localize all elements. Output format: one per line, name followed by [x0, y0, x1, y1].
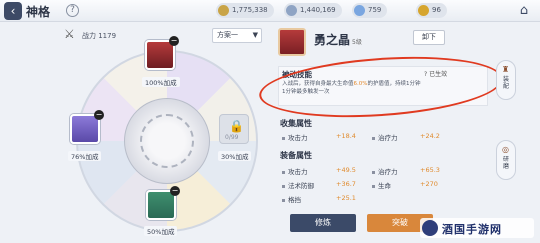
- equip-stat-heal: 治疗力: [372, 166, 398, 176]
- remove-icon[interactable]: −: [170, 186, 180, 196]
- lock-icon: 🔒: [229, 119, 244, 133]
- equip-stat-block-name: 格挡: [288, 196, 301, 204]
- grind-icon: ◎: [502, 145, 509, 154]
- equip-stat-hp: 生命: [372, 180, 391, 190]
- equip-stat-heal-value: +65.3: [420, 166, 440, 174]
- remove-icon[interactable]: −: [169, 36, 179, 46]
- wheel-core: [140, 114, 194, 168]
- page-title: 神格: [26, 5, 51, 19]
- resource-gold-value: 1,775,338: [232, 6, 268, 14]
- gem-slot-bottom[interactable]: −: [146, 186, 180, 220]
- resource-crystal: 759: [352, 3, 388, 18]
- side-tab-equip-label: 装配: [503, 76, 510, 90]
- collect-stat-attack: 攻击力: [282, 132, 308, 142]
- silver-icon: [286, 5, 297, 16]
- resource-gold: 1,775,338: [216, 3, 274, 18]
- resource-crystal-value: 759: [368, 6, 382, 14]
- equip-stat-attack-value: +49.5: [336, 166, 356, 174]
- equip-stat-block: 格挡: [282, 194, 301, 204]
- equip-stat-magic-defense: 法术防御: [282, 180, 314, 190]
- equip-stat-attack: 攻击力: [282, 166, 308, 176]
- side-tab-equip[interactable]: ♜ 装配: [496, 60, 516, 100]
- equip-stat-magic-defense-value: +36.7: [336, 180, 356, 188]
- gem-slot-right-label: 30%加成: [218, 151, 252, 161]
- side-tab-refine[interactable]: ◎ 研磨: [496, 140, 516, 180]
- gem-level: 5级: [352, 39, 362, 46]
- watermark-logo: [422, 220, 438, 236]
- remove-icon[interactable]: −: [94, 110, 104, 120]
- gem-slot-left-label: 76%加成: [68, 151, 102, 161]
- home-icon[interactable]: ⌂: [516, 3, 532, 19]
- collect-attributes-title: 收集属性: [280, 119, 312, 128]
- coin-icon: [218, 5, 229, 16]
- gem-icon: [418, 5, 429, 16]
- collect-stat-attack-name: 攻击力: [288, 134, 308, 142]
- gem-slot-top-label: 100%加成: [142, 77, 180, 87]
- watermark-text: 酒国手游网: [442, 223, 502, 236]
- unload-button[interactable]: 卸下: [413, 30, 445, 45]
- gem-name: 勇之晶: [314, 33, 351, 47]
- help-icon[interactable]: ?: [66, 4, 79, 17]
- gem-slot-bottom-label: 50%加成: [144, 226, 178, 236]
- gem-slot-left[interactable]: −: [70, 110, 104, 144]
- chevron-down-icon: ▼: [252, 31, 258, 39]
- equip-stat-attack-name: 攻击力: [288, 168, 308, 176]
- collect-stat-attack-value: +18.4: [336, 132, 356, 140]
- collect-stat-heal: 治疗力: [372, 132, 398, 142]
- gem-slot-top[interactable]: −: [145, 36, 179, 70]
- equip-stat-hp-value: +270: [420, 180, 438, 188]
- crystal-icon: [354, 5, 365, 16]
- gem-slot-right[interactable]: 🔒 0/99: [219, 114, 249, 144]
- resource-gem: 96: [416, 3, 447, 18]
- collect-stat-heal-value: +24.2: [420, 132, 440, 140]
- locked-slot-count: 0/99: [225, 134, 239, 141]
- collect-stat-heal-name: 治疗力: [378, 134, 398, 142]
- side-tab-refine-label: 研磨: [503, 156, 510, 170]
- resource-gem-value: 96: [432, 6, 441, 14]
- plan-select[interactable]: 方案一 ▼: [212, 28, 262, 43]
- equip-attributes-title: 装备属性: [280, 151, 312, 160]
- annotation-circle: [257, 49, 505, 125]
- refine-button[interactable]: 修炼: [290, 214, 356, 232]
- power-label: 战力 1179: [82, 32, 117, 40]
- equip-stat-heal-name: 治疗力: [378, 168, 398, 176]
- equip-icon: ♜: [502, 65, 510, 74]
- resource-silver: 1,440,169: [284, 3, 342, 18]
- equip-stat-magic-defense-name: 法术防御: [288, 182, 314, 190]
- equip-stat-block-value: +25.1: [336, 194, 356, 202]
- crossed-swords-icon: ⚔: [64, 27, 75, 41]
- back-arrow-icon[interactable]: ‹: [4, 2, 22, 20]
- equip-stat-hp-name: 生命: [378, 182, 391, 190]
- selected-gem-thumbnail: [278, 28, 306, 56]
- resource-silver-value: 1,440,169: [300, 6, 336, 14]
- plan-select-value: 方案一: [217, 31, 238, 39]
